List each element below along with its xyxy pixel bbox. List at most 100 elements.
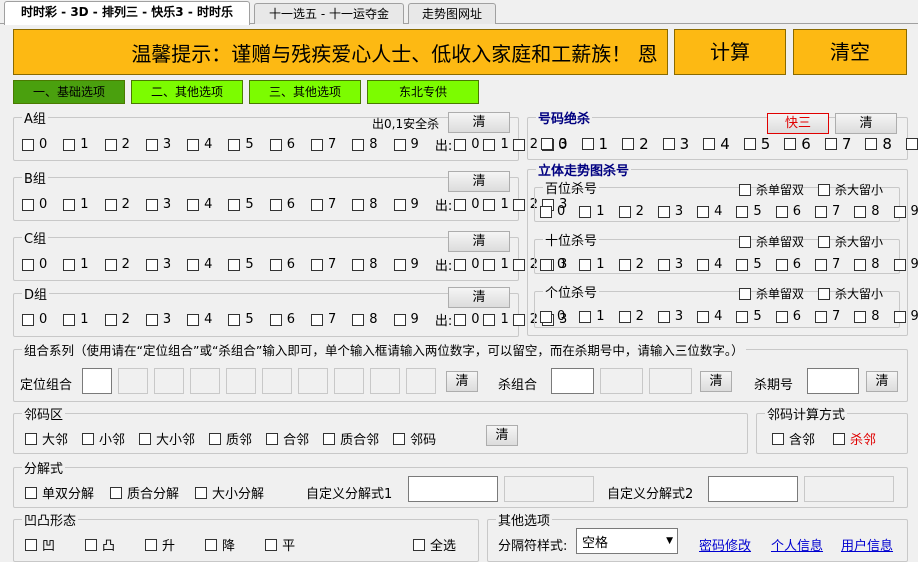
dingwei-input-5[interactable] bbox=[226, 368, 256, 394]
digit-check-7[interactable]: 7 bbox=[310, 197, 336, 212]
digit-check-1[interactable]: 1 bbox=[63, 137, 89, 152]
neighbor-check-4[interactable]: 合邻 bbox=[266, 429, 309, 448]
liti-check-1[interactable]: 1 bbox=[579, 257, 605, 272]
liti-check-0[interactable]: 0 bbox=[540, 204, 565, 219]
digit-check-7[interactable]: 7 bbox=[310, 257, 336, 272]
digit-check-2[interactable]: 2 bbox=[104, 312, 130, 327]
option-tab-other2[interactable]: 二、其他选项 bbox=[131, 80, 243, 104]
digit-check-0[interactable]: 0 bbox=[22, 137, 47, 152]
liti-check-5[interactable]: 5 bbox=[736, 257, 762, 272]
aotu-check-4[interactable]: 平 bbox=[265, 535, 295, 554]
dingwei-input-6[interactable] bbox=[262, 368, 292, 394]
tab-trend-url[interactable]: 走势图网址 bbox=[408, 3, 496, 24]
dingwei-input-8[interactable] bbox=[334, 368, 364, 394]
out-check-1[interactable]: 1 bbox=[483, 137, 509, 152]
liti-check-0[interactable]: 0 bbox=[540, 257, 565, 272]
digit-check-4[interactable]: 4 bbox=[187, 137, 212, 152]
keep-big-check[interactable]: 杀大留小 bbox=[818, 181, 883, 198]
neighbor-check-5[interactable]: 质合邻 bbox=[323, 429, 379, 448]
liti-check-1[interactable]: 1 bbox=[579, 204, 605, 219]
aotu-check-3[interactable]: 降 bbox=[205, 535, 235, 554]
liti-check-4[interactable]: 4 bbox=[697, 309, 722, 324]
liti-check-2[interactable]: 2 bbox=[618, 204, 644, 219]
aotu-check-0[interactable]: 凹 bbox=[25, 535, 55, 554]
neighbor-clear-button[interactable]: 清 bbox=[486, 425, 518, 446]
digit-check-7[interactable]: 7 bbox=[310, 312, 336, 327]
liti-check-4[interactable]: 4 bbox=[697, 257, 722, 272]
out-check-1[interactable]: 1 bbox=[483, 197, 509, 212]
liti-check-3[interactable]: 3 bbox=[657, 309, 683, 324]
haoma-check-8[interactable]: 8 bbox=[865, 135, 892, 153]
dingwei-input-2[interactable] bbox=[118, 368, 148, 394]
digit-check-5[interactable]: 5 bbox=[228, 257, 254, 272]
haoma-check-3[interactable]: 3 bbox=[662, 135, 689, 153]
digit-check-2[interactable]: 2 bbox=[104, 137, 130, 152]
keep-double-check[interactable]: 杀单留双 bbox=[739, 181, 804, 198]
digit-check-9[interactable]: 9 bbox=[393, 312, 419, 327]
liti-check-2[interactable]: 2 bbox=[618, 257, 644, 272]
digit-check-0[interactable]: 0 bbox=[22, 312, 47, 327]
liti-check-4[interactable]: 4 bbox=[697, 204, 722, 219]
digit-check-4[interactable]: 4 bbox=[187, 257, 212, 272]
sha-combo-input-2[interactable] bbox=[600, 368, 643, 394]
group-a-clear-button[interactable]: 清 bbox=[448, 112, 510, 133]
digit-check-9[interactable]: 9 bbox=[393, 137, 419, 152]
decomp-check-0[interactable]: 单双分解 bbox=[25, 483, 94, 502]
liti-check-6[interactable]: 6 bbox=[775, 257, 801, 272]
digit-check-0[interactable]: 0 bbox=[22, 257, 47, 272]
liti-check-9[interactable]: 9 bbox=[893, 204, 918, 219]
out-check-0[interactable]: 0 bbox=[454, 257, 479, 272]
liti-check-8[interactable]: 8 bbox=[854, 309, 880, 324]
out-check-0[interactable]: 0 bbox=[454, 137, 479, 152]
digit-check-3[interactable]: 3 bbox=[145, 257, 171, 272]
keep-double-check[interactable]: 杀单留双 bbox=[739, 233, 804, 250]
digit-check-1[interactable]: 1 bbox=[63, 197, 89, 212]
digit-check-4[interactable]: 4 bbox=[187, 312, 212, 327]
tab-ssc[interactable]: 时时彩 - 3D - 排列三 - 快乐3 - 时时乐 bbox=[4, 1, 250, 25]
neighbor-check-2[interactable]: 大小邻 bbox=[139, 429, 195, 448]
sha-combo-input-3[interactable] bbox=[649, 368, 692, 394]
dingwei-input-1[interactable] bbox=[82, 368, 112, 394]
digit-check-0[interactable]: 0 bbox=[22, 197, 47, 212]
qihao-input[interactable] bbox=[807, 368, 859, 394]
neighbor-check-6[interactable]: 邻码 bbox=[393, 429, 436, 448]
dingwei-input-9[interactable] bbox=[370, 368, 400, 394]
liti-check-7[interactable]: 7 bbox=[814, 257, 840, 272]
neighbor-check-3[interactable]: 质邻 bbox=[209, 429, 252, 448]
select-all-check[interactable]: 全选 bbox=[413, 535, 456, 554]
digit-check-2[interactable]: 2 bbox=[104, 257, 130, 272]
option-tab-northeast[interactable]: 东北专供 bbox=[367, 80, 479, 104]
liti-check-8[interactable]: 8 bbox=[854, 257, 880, 272]
haoma-check-5[interactable]: 5 bbox=[743, 135, 770, 153]
liti-check-7[interactable]: 7 bbox=[814, 204, 840, 219]
keep-big-check[interactable]: 杀大留小 bbox=[818, 233, 883, 250]
digit-check-1[interactable]: 1 bbox=[63, 257, 89, 272]
dingwei-input-7[interactable] bbox=[298, 368, 328, 394]
option-tab-other3[interactable]: 三、其他选项 bbox=[249, 80, 361, 104]
group-d-clear-button[interactable]: 清 bbox=[448, 287, 510, 308]
digit-check-5[interactable]: 5 bbox=[228, 312, 254, 327]
keep-big-check[interactable]: 杀大留小 bbox=[818, 285, 883, 302]
liti-check-8[interactable]: 8 bbox=[854, 204, 880, 219]
password-link[interactable]: 密码修改 bbox=[699, 535, 751, 554]
custom1-input[interactable] bbox=[408, 476, 498, 502]
digit-check-8[interactable]: 8 bbox=[352, 257, 378, 272]
group-b-clear-button[interactable]: 清 bbox=[448, 171, 510, 192]
sha-combo-clear-button[interactable]: 清 bbox=[700, 371, 732, 392]
liti-check-6[interactable]: 6 bbox=[775, 309, 801, 324]
dingwei-input-10[interactable] bbox=[406, 368, 436, 394]
digit-check-8[interactable]: 8 bbox=[352, 137, 378, 152]
dingwei-input-4[interactable] bbox=[190, 368, 220, 394]
liti-check-9[interactable]: 9 bbox=[893, 257, 918, 272]
aotu-check-2[interactable]: 升 bbox=[145, 535, 175, 554]
liti-check-9[interactable]: 9 bbox=[893, 309, 918, 324]
liti-check-7[interactable]: 7 bbox=[814, 309, 840, 324]
digit-check-9[interactable]: 9 bbox=[393, 257, 419, 272]
separator-select[interactable]: 空格 ▼ bbox=[576, 528, 678, 554]
liti-check-0[interactable]: 0 bbox=[540, 309, 565, 324]
haoma-check-1[interactable]: 1 bbox=[581, 135, 608, 153]
liti-check-2[interactable]: 2 bbox=[618, 309, 644, 324]
tab-11x5[interactable]: 十一选五 - 十一运夺金 bbox=[254, 3, 404, 24]
option-tab-basic[interactable]: 一、基础选项 bbox=[13, 80, 125, 104]
digit-check-1[interactable]: 1 bbox=[63, 312, 89, 327]
